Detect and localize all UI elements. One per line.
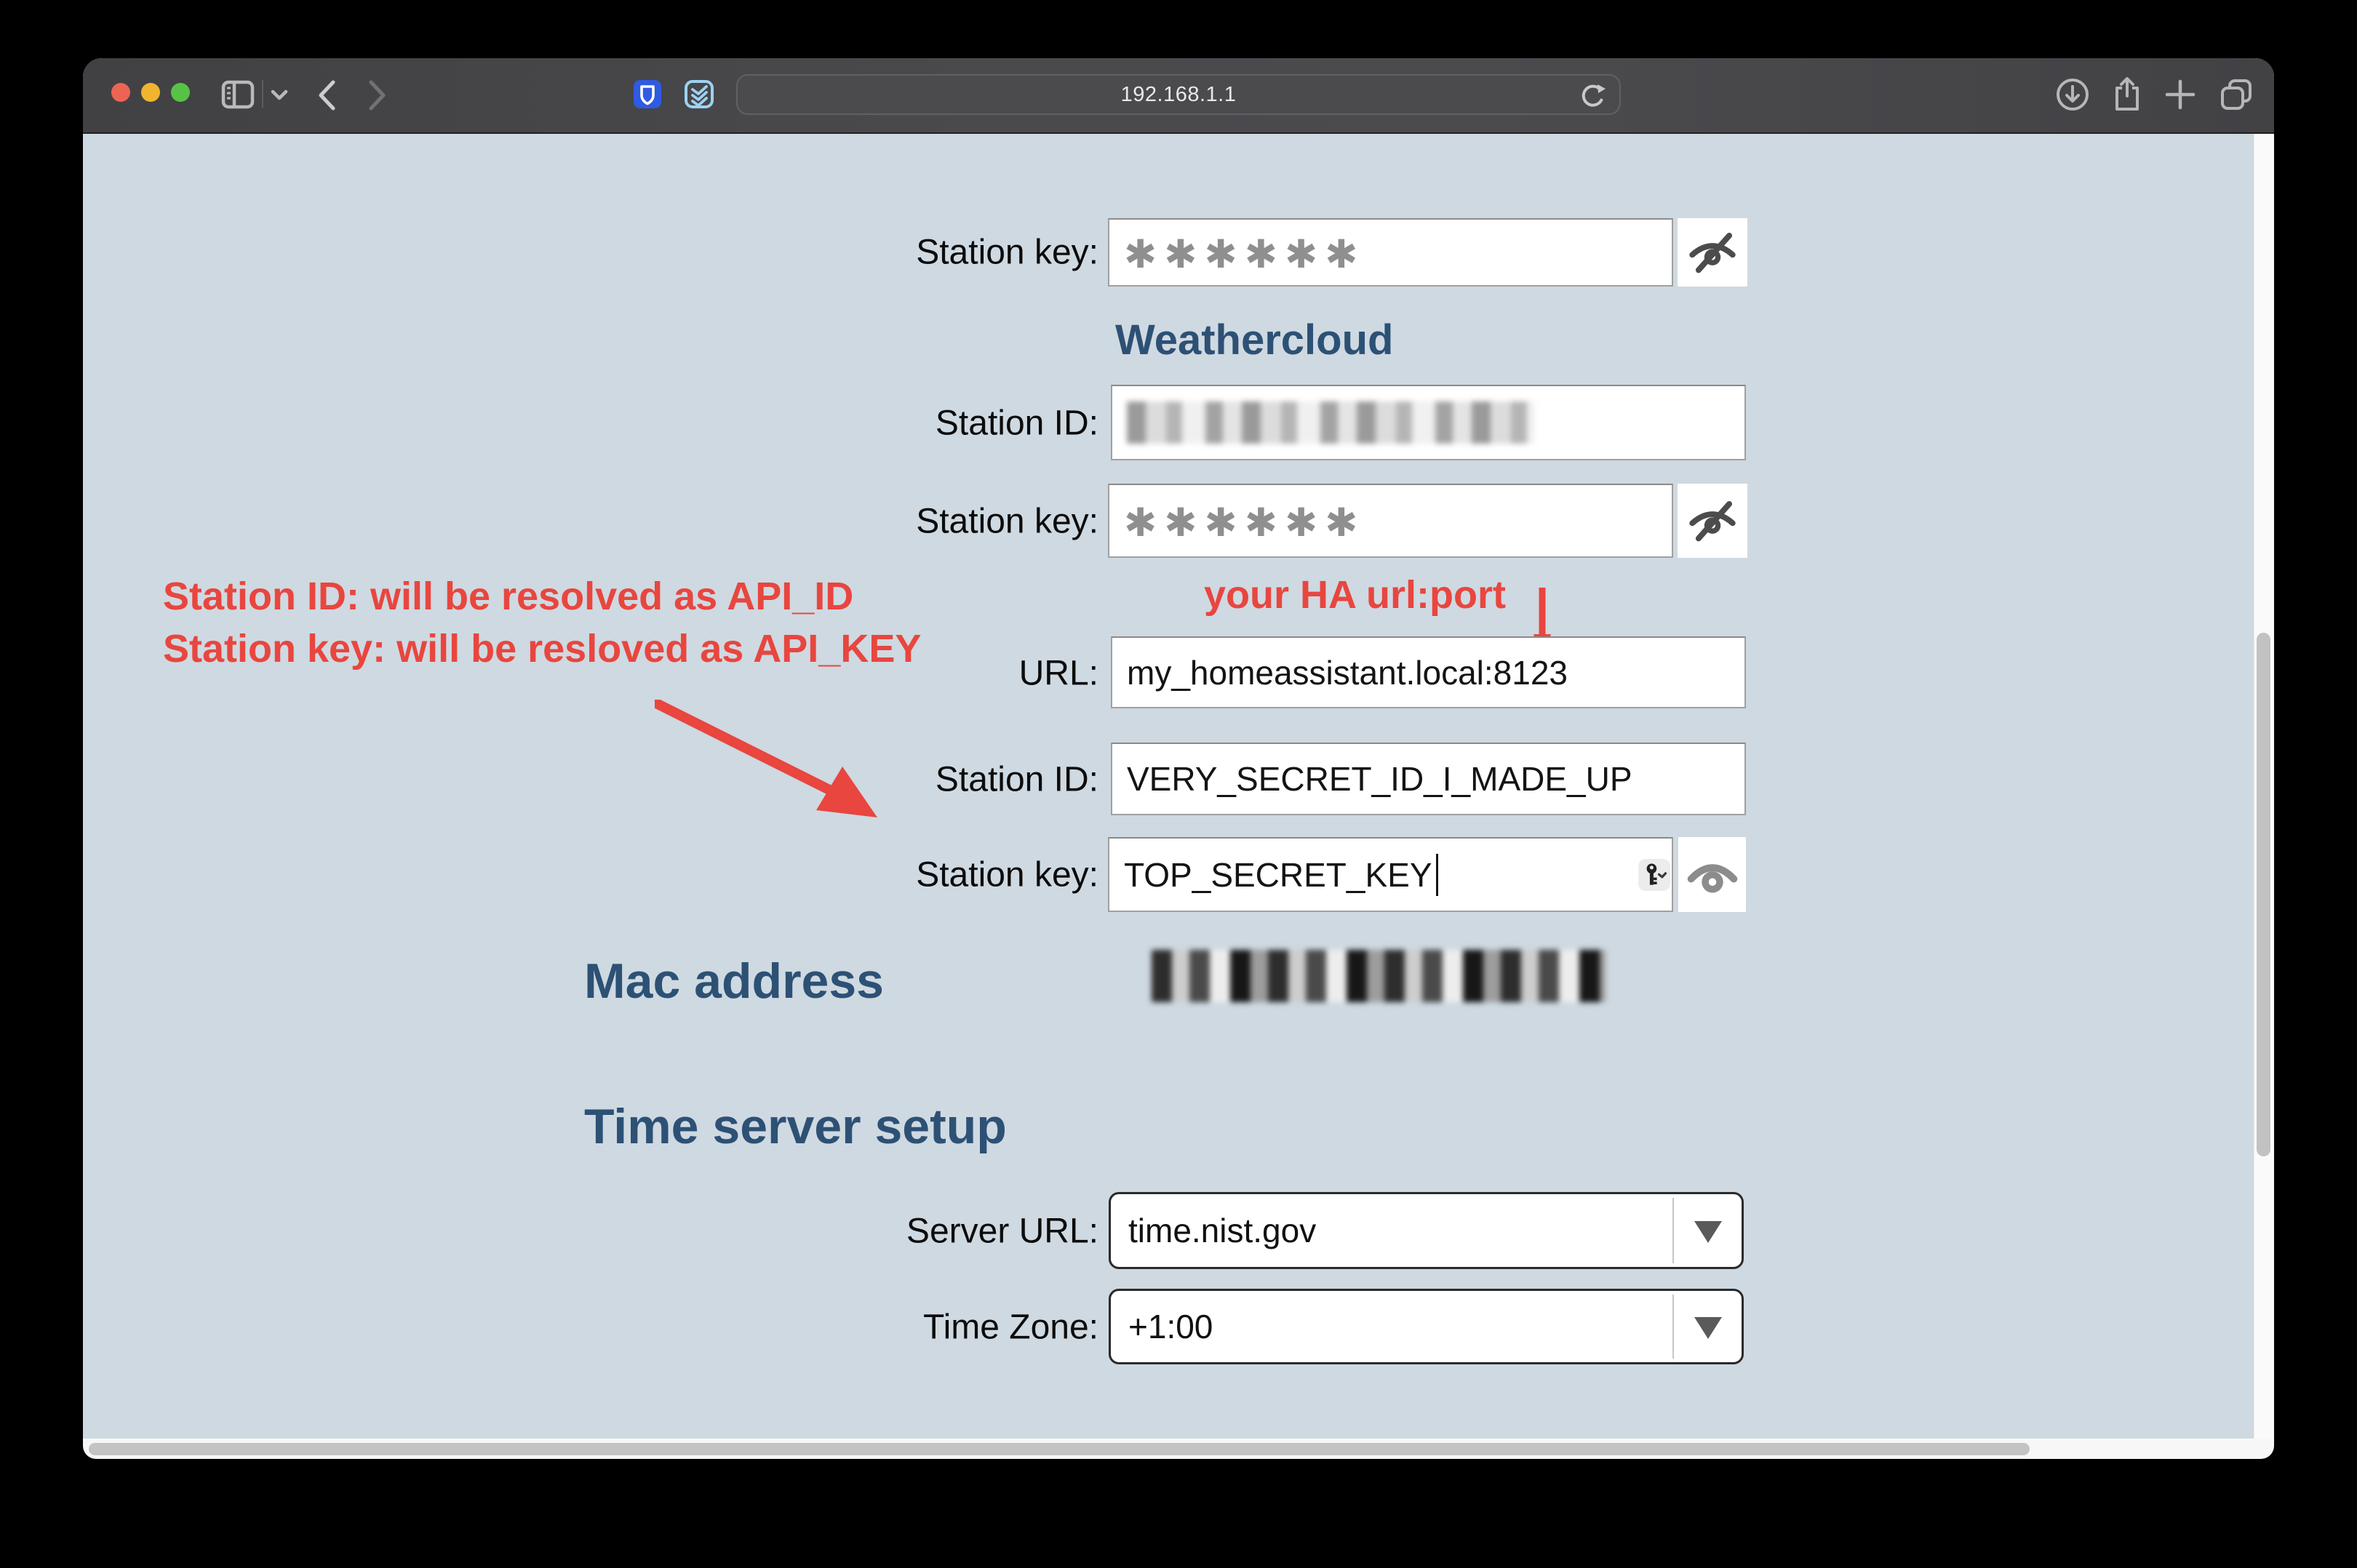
- time-zone-value: +1:00: [1128, 1307, 1213, 1346]
- ha-url-label: URL:: [585, 654, 1098, 694]
- tab-overview-icon[interactable]: [2219, 77, 2254, 112]
- eye-slash-icon: [1688, 497, 1736, 545]
- eye-icon: [1687, 849, 1738, 900]
- wu-show-password-button[interactable]: [1678, 218, 1747, 287]
- ha-station-key-input[interactable]: TOP_SECRET_KEY: [1108, 837, 1673, 912]
- dropdown-arrow-icon: [1694, 1221, 1722, 1243]
- reload-icon[interactable]: [1580, 83, 1606, 109]
- close-window-button[interactable]: [111, 83, 130, 102]
- server-url-value: time.nist.gov: [1128, 1211, 1316, 1250]
- mac-address-heading: Mac address: [584, 953, 884, 1009]
- weathercloud-heading: Weathercloud: [1115, 316, 1393, 364]
- chevrons-extension-icon[interactable]: [685, 80, 714, 108]
- dropdown-arrow-icon: [1694, 1317, 1722, 1339]
- password-autofill-button[interactable]: [1638, 859, 1670, 891]
- page-content: Station key: ✱✱✱✱✱✱ Weathercloud Station…: [83, 134, 2254, 1439]
- key-icon: [1641, 862, 1667, 888]
- back-icon[interactable]: [316, 79, 338, 112]
- redacted-mac-address-value: [1152, 950, 1606, 1002]
- eye-slash-icon: [1688, 228, 1736, 276]
- ha-station-key-label: Station key:: [585, 855, 1098, 895]
- ha-station-id-value: VERY_SECRET_ID_I_MADE_UP: [1127, 759, 1632, 799]
- wc-station-id-label: Station ID:: [585, 404, 1098, 444]
- ha-url-annotation: your HA url:port: [1204, 569, 1506, 621]
- select-divider: [1672, 1198, 1674, 1263]
- wc-station-key-label: Station key:: [585, 502, 1098, 542]
- minimize-window-button[interactable]: [141, 83, 160, 102]
- wc-show-password-button[interactable]: [1678, 484, 1747, 558]
- wc-station-key-input[interactable]: ✱✱✱✱✱✱: [1108, 484, 1673, 558]
- wc-station-id-input[interactable]: [1111, 385, 1746, 460]
- browser-toolbar: 192.168.1.1: [83, 58, 2274, 134]
- ha-hide-password-button[interactable]: [1678, 837, 1746, 912]
- bitwarden-shield-icon[interactable]: [634, 80, 661, 108]
- forward-icon[interactable]: [367, 79, 388, 112]
- masked-password-text: ✱✱✱✱✱✱: [1124, 497, 1365, 545]
- time-zone-label: Time Zone:: [585, 1308, 1098, 1348]
- address-bar[interactable]: 192.168.1.1: [736, 74, 1621, 115]
- redacted-station-id-value: [1127, 401, 1534, 444]
- wu-station-key-input[interactable]: ✱✱✱✱✱✱: [1108, 218, 1673, 287]
- sidebar-icon[interactable]: [221, 80, 255, 109]
- fullscreen-window-button[interactable]: [171, 83, 190, 102]
- vertical-scrollbar-thumb[interactable]: [2257, 633, 2270, 1156]
- share-icon[interactable]: [2110, 76, 2145, 112]
- toolbar-divider: [262, 80, 263, 108]
- new-tab-icon[interactable]: [2164, 79, 2196, 111]
- server-url-select[interactable]: time.nist.gov: [1109, 1192, 1744, 1269]
- ha-url-value: my_homeassistant.local:8123: [1127, 653, 1568, 692]
- ha-station-key-value: TOP_SECRET_KEY: [1124, 855, 1432, 895]
- ha-station-id-input[interactable]: VERY_SECRET_ID_I_MADE_UP: [1111, 743, 1746, 815]
- select-divider: [1672, 1295, 1674, 1359]
- ha-url-input[interactable]: my_homeassistant.local:8123: [1111, 636, 1746, 708]
- resolve-annotation-line1: Station ID: will be resolved as API_ID: [163, 570, 921, 623]
- text-cursor: [1436, 854, 1438, 896]
- wu-station-key-label: Station key:: [585, 233, 1098, 273]
- time-server-heading: Time server setup: [584, 1098, 1007, 1155]
- masked-password-text: ✱✱✱✱✱✱: [1124, 228, 1365, 277]
- download-icon[interactable]: [2055, 77, 2090, 112]
- horizontal-scrollbar-thumb[interactable]: [89, 1443, 2030, 1455]
- safari-window: 192.168.1.1: [83, 58, 2274, 1459]
- time-zone-select[interactable]: +1:00: [1109, 1289, 1744, 1364]
- server-url-label: Server URL:: [585, 1212, 1098, 1252]
- address-text: 192.168.1.1: [1121, 83, 1237, 107]
- chevron-down-icon[interactable]: [271, 89, 288, 102]
- ha-station-id-label: Station ID:: [585, 760, 1098, 800]
- vertical-scrollbar-track[interactable]: [2254, 134, 2274, 1439]
